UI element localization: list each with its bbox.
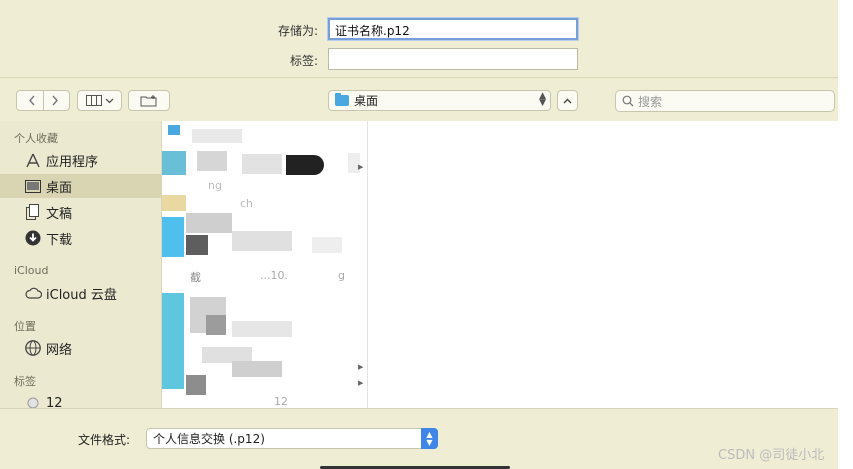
watermark: CSDN @司徒小北	[718, 448, 825, 463]
blurred-label	[186, 213, 232, 233]
file-name-fragment: ch	[240, 197, 254, 210]
save-as-label: 存储为:	[277, 24, 318, 38]
blurred-label	[197, 151, 227, 171]
expand-collapse-button[interactable]	[557, 90, 578, 111]
locations-title: 位置	[14, 320, 36, 333]
file-browser: ▶ ng ch 截 ...10. g ▶ ▶ 12	[161, 121, 838, 408]
file-thumb	[162, 293, 184, 389]
format-value: 个人信息交换 (.p12)	[153, 432, 265, 446]
new-folder-icon	[140, 94, 157, 106]
view-mode-button[interactable]	[77, 90, 122, 111]
save-dialog: 存储为: 证书名称.p12 标签: 桌面 ▲ ▼ 搜索 个人收藏 应用程序 桌面…	[0, 0, 838, 469]
sidebar-item-label: iCloud 云盘	[46, 287, 117, 303]
tags-title: 标签	[14, 375, 36, 388]
sidebar-item-icloud-drive[interactable]: iCloud 云盘	[0, 281, 161, 305]
chevron-left-icon	[28, 95, 35, 106]
blurred-label	[186, 375, 206, 395]
sidebar-item-label: 应用程序	[46, 154, 99, 170]
file-thumb	[162, 151, 186, 175]
file-thumb	[162, 195, 186, 211]
desktop-icon	[24, 178, 42, 194]
tags-input[interactable]	[328, 48, 578, 70]
blurred-label	[186, 235, 208, 255]
search-placeholder: 搜索	[638, 94, 663, 109]
blurred-label	[232, 231, 292, 251]
blurred-label	[232, 321, 292, 337]
format-bar: 文件格式: 个人信息交换 (.p12) ▲ ▼	[0, 408, 838, 469]
folder-icon	[335, 93, 349, 106]
nav-buttons	[16, 90, 70, 111]
disclosure-arrow-icon: ▶	[358, 363, 364, 371]
sidebar-item-network[interactable]: 网络	[0, 336, 161, 360]
file-name-fragment: 截	[190, 271, 201, 284]
chevron-right-icon	[52, 95, 58, 106]
chevron-up-icon	[563, 98, 572, 103]
sidebar-item-applications[interactable]: 应用程序	[0, 148, 161, 172]
icloud-title: iCloud	[14, 264, 49, 277]
sidebar-item-downloads[interactable]: 下载	[0, 226, 161, 250]
blurred-label	[232, 361, 282, 377]
blurred-label	[312, 237, 342, 253]
columns-view-icon	[85, 95, 102, 106]
sidebar-item-documents[interactable]: 文稿	[0, 200, 161, 224]
disclosure-arrow-icon: ▶	[358, 163, 364, 171]
file-column: ▶ ng ch 截 ...10. g ▶ ▶ 12	[162, 121, 368, 408]
right-edge	[838, 0, 853, 469]
blurred-label	[286, 155, 324, 175]
file-name-fragment: 12	[274, 395, 288, 408]
folder-icon	[168, 125, 180, 135]
tags-label: 标签:	[289, 54, 318, 68]
format-select[interactable]: 个人信息交换 (.p12) ▲ ▼	[146, 428, 438, 449]
cloud-icon	[24, 285, 42, 301]
favorites-title: 个人收藏	[14, 132, 58, 145]
chevron-down-icon	[105, 98, 113, 103]
search-icon	[622, 95, 634, 107]
blurred-label	[242, 154, 282, 174]
location-label: 桌面	[354, 94, 379, 108]
applications-icon	[24, 152, 42, 168]
file-name-fragment: ng	[208, 179, 222, 192]
file-name-fragment: g	[338, 269, 345, 282]
up-down-arrows-icon: ▲ ▼	[539, 91, 546, 108]
new-folder-button[interactable]	[128, 90, 170, 111]
sidebar-item-label: 文稿	[46, 206, 73, 222]
sidebar-item-label: 网络	[46, 342, 73, 358]
back-button[interactable]	[20, 91, 43, 110]
save-as-input[interactable]: 证书名称.p12	[328, 18, 578, 40]
up-down-arrows-icon: ▲ ▼	[421, 428, 438, 449]
sidebar-item-desktop[interactable]: 桌面	[0, 174, 161, 198]
sidebar: 个人收藏 应用程序 桌面 文稿 下载 iCloud iCloud 云盘 位置 网…	[0, 121, 161, 411]
documents-icon	[24, 204, 42, 220]
location-popup[interactable]: 桌面 ▲ ▼	[328, 90, 551, 111]
network-icon	[24, 340, 42, 356]
sidebar-item-label: 桌面	[46, 180, 73, 196]
disclosure-arrow-icon: ▶	[358, 379, 364, 387]
file-name-fragment: ...10.	[260, 269, 288, 282]
blurred-label	[192, 129, 242, 143]
search-field[interactable]: 搜索	[615, 90, 835, 112]
save-header: 存储为: 证书名称.p12 标签:	[0, 0, 838, 78]
blurred-label	[206, 315, 226, 335]
download-icon	[24, 230, 42, 246]
format-label: 文件格式:	[78, 433, 131, 447]
file-thumb	[162, 217, 184, 257]
sidebar-item-label: 下载	[46, 232, 73, 248]
forward-button[interactable]	[43, 91, 66, 110]
